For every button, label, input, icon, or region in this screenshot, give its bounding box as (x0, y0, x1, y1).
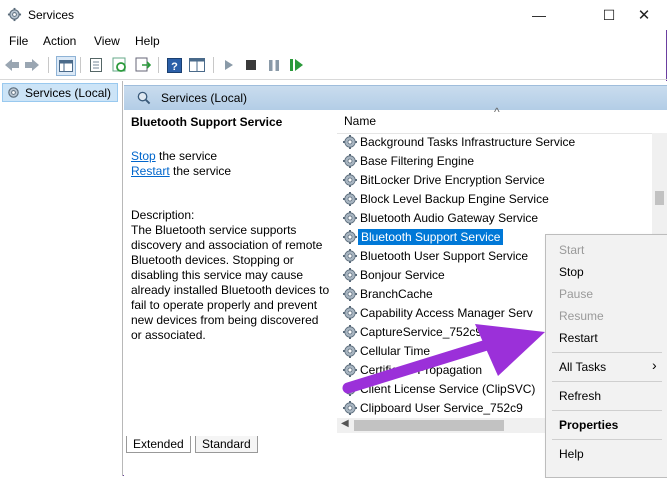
menu-view[interactable]: View (94, 34, 120, 48)
service-name: Client License Service (ClipSVC) (360, 382, 536, 396)
service-gear-icon (342, 362, 358, 378)
service-gear-icon (342, 134, 358, 150)
menu-item-stop[interactable]: Stop (559, 265, 584, 279)
menu-file[interactable]: File (9, 34, 28, 48)
minimize-button[interactable]: — (516, 3, 562, 27)
context-menu: Start Stop Pause Resume Restart All Task… (545, 234, 667, 478)
list-item[interactable]: Base Filtering Engine (339, 152, 667, 171)
export-list-icon[interactable] (134, 56, 152, 74)
pause-service-icon[interactable] (265, 56, 283, 74)
service-gear-icon (342, 172, 358, 188)
services-window: Services — ☐ ✕ File Action View Help ? S… (0, 0, 667, 478)
toolbar: ? (0, 52, 667, 80)
stop-suffix: the service (155, 149, 218, 163)
submenu-arrow-icon: › (652, 357, 657, 373)
title-bar: Services — ☐ ✕ (0, 0, 667, 30)
detail-title: Bluetooth Support Service (131, 115, 283, 129)
menu-item-all-tasks[interactable]: All Tasks (559, 360, 606, 374)
window-title: Services (28, 8, 75, 22)
tree-item-services-local[interactable]: Services (Local) (2, 83, 118, 102)
menu-item-start[interactable]: Start (559, 243, 584, 257)
service-name: Capability Access Manager Serv (360, 306, 533, 320)
services-gear-icon (7, 7, 22, 22)
service-gear-icon (342, 229, 358, 245)
show-hide-tree-icon[interactable] (56, 56, 76, 76)
list-item[interactable]: BitLocker Drive Encryption Service (339, 171, 667, 190)
search-gear-icon (137, 91, 151, 105)
pane-title: Services (Local) (161, 91, 248, 105)
menu-item-help[interactable]: Help (559, 447, 584, 461)
service-name: Bluetooth User Support Service (360, 249, 529, 263)
service-gear-icon (342, 267, 358, 283)
console-tree: Services (Local) (0, 81, 123, 476)
service-gear-icon (342, 343, 358, 359)
stop-service-icon[interactable] (242, 56, 260, 74)
service-gear-icon (342, 286, 358, 302)
properties-sheet-icon[interactable] (87, 56, 105, 74)
menu-item-refresh[interactable]: Refresh (559, 389, 601, 403)
tab-standard[interactable]: Standard (195, 436, 258, 453)
list-item[interactable]: Background Tasks Infrastructure Service (339, 133, 667, 152)
service-gear-icon (342, 324, 358, 340)
service-gear-icon (342, 305, 358, 321)
console-view-icon[interactable] (188, 56, 206, 74)
service-name: Background Tasks Infrastructure Service (360, 135, 576, 149)
help-icon[interactable]: ? (165, 56, 183, 74)
service-name: Certificate Propagation (360, 363, 483, 377)
tree-item-label: Services (Local) (25, 86, 112, 100)
service-name: Bluetooth Support Service (358, 229, 504, 245)
service-name: Clipboard User Service_752c9 (360, 401, 523, 415)
menu-item-restart[interactable]: Restart (559, 331, 598, 345)
start-service-icon[interactable] (220, 56, 238, 74)
service-gear-icon (342, 153, 358, 169)
description-text: The Bluetooth service supports discovery… (131, 223, 330, 342)
list-item[interactable]: Block Level Backup Engine Service (339, 190, 667, 209)
menu-item-properties[interactable]: Properties (559, 418, 618, 432)
refresh-icon[interactable] (111, 56, 129, 74)
service-gear-icon (342, 210, 358, 226)
restart-link[interactable]: Restart (131, 164, 170, 178)
menu-item-resume[interactable]: Resume (559, 309, 604, 323)
service-name: BranchCache (360, 287, 433, 301)
service-gear-icon (342, 400, 358, 416)
service-gear-icon (342, 381, 358, 397)
service-name: Block Level Backup Engine Service (360, 192, 549, 206)
restart-suffix: the service (169, 164, 232, 178)
close-button[interactable]: ✕ (621, 3, 667, 27)
tab-extended[interactable]: Extended (126, 436, 191, 453)
service-name: BitLocker Drive Encryption Service (360, 173, 545, 187)
list-item[interactable]: Bluetooth Audio Gateway Service (339, 209, 667, 228)
service-gear-icon (342, 248, 358, 264)
pane-header: Services (Local) (124, 85, 667, 110)
description-label: Description: (131, 208, 195, 222)
column-header-name[interactable]: Name (344, 114, 376, 128)
forward-arrow-icon[interactable] (23, 56, 41, 74)
restart-service-icon[interactable] (288, 56, 306, 74)
scroll-thumb[interactable] (354, 420, 504, 431)
svg-text:?: ? (171, 61, 178, 73)
service-name: CaptureService_752c9 (360, 325, 483, 339)
sort-indicator: ^ (494, 105, 500, 119)
menu-help[interactable]: Help (135, 34, 160, 48)
menu-action[interactable]: Action (43, 34, 76, 48)
service-name: Base Filtering Engine (360, 154, 475, 168)
service-name: Bluetooth Audio Gateway Service (360, 211, 539, 225)
service-name: Bonjour Service (360, 268, 445, 282)
stop-link[interactable]: Stop (131, 149, 156, 163)
service-gear-icon (342, 191, 358, 207)
menu-item-pause[interactable]: Pause (559, 287, 593, 301)
back-arrow-icon[interactable] (3, 56, 21, 74)
services-gear-icon (8, 87, 19, 98)
menu-bar: File Action View Help (0, 31, 667, 51)
service-name: Cellular Time (360, 344, 431, 358)
list-header: Name ^ (337, 105, 667, 134)
